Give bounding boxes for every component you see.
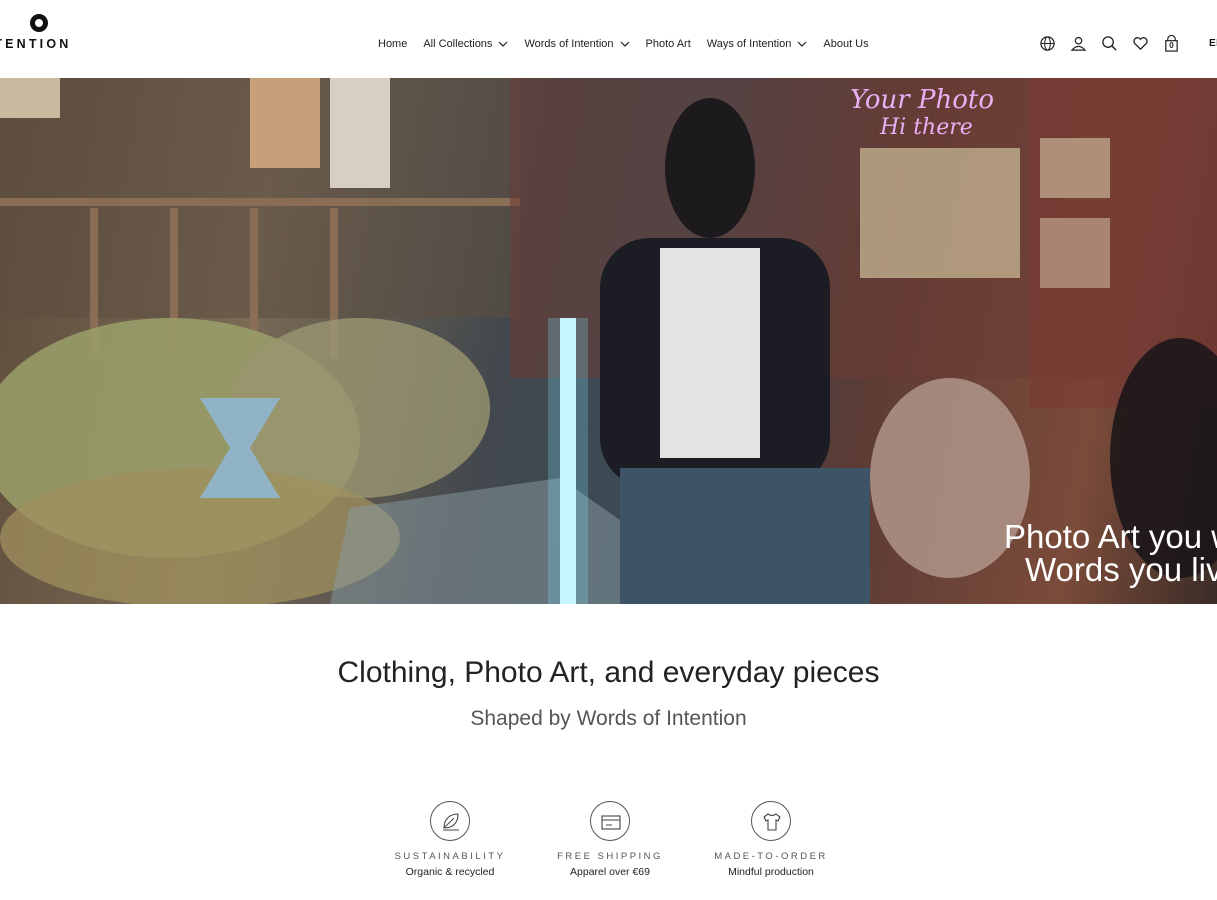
header-icons: 0 bbox=[1039, 35, 1194, 52]
logo[interactable]: NTENTION bbox=[0, 14, 92, 54]
intro-subtitle: Shaped by Words of Intention bbox=[470, 707, 747, 730]
hero-headline: Photo Art you we Words you live b bbox=[1004, 520, 1217, 586]
wishlist-heart-icon[interactable] bbox=[1132, 35, 1149, 52]
svg-text:Your Photo: Your Photo bbox=[850, 85, 994, 115]
account-icon[interactable] bbox=[1070, 35, 1087, 52]
feature-title: SUSTAINABILITY bbox=[394, 851, 506, 862]
chevron-down-icon bbox=[797, 41, 807, 47]
nav-item-home[interactable]: Home bbox=[378, 38, 407, 50]
intro-title: Clothing, Photo Art, and everyday pieces bbox=[337, 656, 880, 689]
main-nav: Home All Collections Words of Intention … bbox=[378, 36, 885, 52]
feature-subtitle: Apparel over €69 bbox=[570, 866, 650, 878]
feature-icon-circle bbox=[590, 801, 630, 841]
hero-line-2: Words you live b bbox=[1025, 551, 1217, 588]
nav-item-ways-of-intention[interactable]: Ways of Intention bbox=[707, 38, 808, 50]
logo-text: NTENTION bbox=[0, 37, 72, 51]
feature-title: MADE-TO-ORDER bbox=[714, 851, 828, 862]
language-selector[interactable]: EN bbox=[1209, 38, 1217, 49]
feature-subtitle: Organic & recycled bbox=[405, 866, 495, 878]
cart-count: 0 bbox=[1169, 41, 1174, 50]
leaf-icon bbox=[443, 813, 459, 831]
feature-icon-circle bbox=[751, 801, 791, 841]
chevron-down-icon bbox=[620, 41, 629, 47]
nav-item-about-us[interactable]: About Us bbox=[823, 38, 868, 50]
globe-icon[interactable] bbox=[1039, 35, 1056, 52]
svg-text:Hi there: Hi there bbox=[879, 115, 973, 140]
feature-sustainability: SUSTAINABILITY Organic & recycled bbox=[365, 801, 535, 878]
nav-item-photo-art[interactable]: Photo Art bbox=[646, 38, 691, 50]
hero-banner: Your Photo Hi there Photo Art you we Wor… bbox=[0, 78, 1217, 604]
tshirt-icon bbox=[763, 813, 781, 831]
feature-free-shipping: FREE SHIPPING Apparel over €69 bbox=[525, 801, 695, 878]
hero-line-1: Photo Art you we bbox=[1004, 518, 1217, 555]
shipping-box-icon bbox=[601, 815, 621, 830]
nav-item-words-of-intention[interactable]: Words of Intention bbox=[524, 38, 629, 50]
chevron-down-icon bbox=[499, 41, 508, 47]
feature-subtitle: Mindful production bbox=[728, 866, 814, 878]
logo-mark-icon bbox=[30, 14, 48, 32]
feature-title: FREE SHIPPING bbox=[557, 851, 663, 862]
nav-item-all-collections[interactable]: All Collections bbox=[423, 38, 508, 50]
cart-bag-icon[interactable]: 0 bbox=[1163, 35, 1180, 52]
site-header: NTENTION Home All Collections Words of I… bbox=[0, 0, 1217, 78]
search-icon[interactable] bbox=[1101, 35, 1118, 52]
feature-made-to-order: MADE-TO-ORDER Mindful production bbox=[686, 801, 856, 878]
feature-icon-circle bbox=[430, 801, 470, 841]
